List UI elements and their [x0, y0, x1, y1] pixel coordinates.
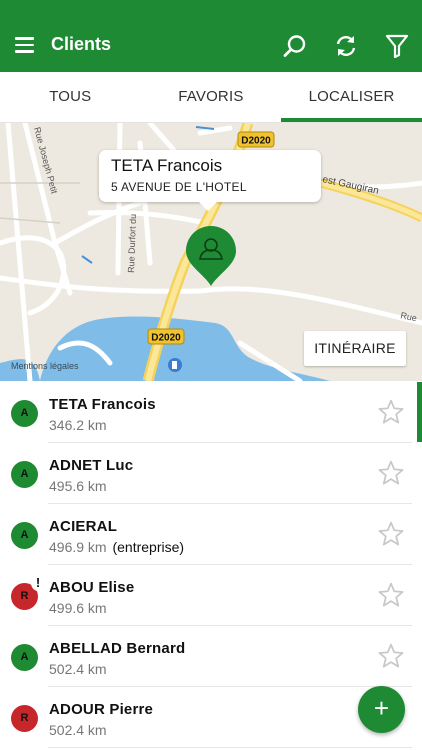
client-distance: 502.4 km — [49, 722, 107, 738]
client-distance: 496.9 km (entreprise) — [49, 539, 185, 555]
status-badge: A — [11, 461, 38, 488]
callout-client-name: TETA Francois — [111, 156, 223, 175]
status-badge: A — [11, 644, 38, 671]
svg-text:D2020: D2020 — [151, 333, 181, 344]
location-pin-icon[interactable] — [185, 225, 237, 287]
street-label-durfort: Rue Durfort du — [126, 214, 138, 273]
list-scrollbar[interactable] — [417, 382, 422, 442]
add-client-button[interactable]: + — [358, 686, 405, 733]
client-distance: 502.4 km — [49, 661, 107, 677]
client-type-note: (entreprise) — [112, 539, 185, 555]
filter-icon[interactable] — [385, 34, 409, 58]
tab-bar: TOUS FAVORIS LOCALISER — [0, 72, 422, 123]
client-name: ABELLAD Bernard — [49, 640, 186, 657]
list-item[interactable]: A ABELLAD Bernard 502.4 km — [0, 626, 422, 687]
street-label-rue: Rue — [400, 310, 418, 323]
favorite-star-icon[interactable] — [378, 643, 404, 669]
map-callout[interactable]: TETA Francois 5 AVENUE DE L'HOTEL — [99, 150, 321, 211]
client-name: TETA Francois — [49, 396, 156, 413]
status-badge: R — [11, 705, 38, 732]
status-badge: A — [11, 400, 38, 427]
app-bar: Clients — [0, 0, 422, 72]
menu-icon[interactable] — [15, 37, 34, 53]
search-icon[interactable] — [283, 34, 307, 58]
client-distance: 495.6 km — [49, 478, 107, 494]
refresh-icon[interactable] — [334, 34, 358, 58]
favorite-star-icon[interactable] — [378, 521, 404, 547]
list-item[interactable]: A ADNET Luc 495.6 km — [0, 443, 422, 504]
tab-tous[interactable]: TOUS — [0, 72, 141, 123]
active-tab-indicator — [281, 118, 422, 122]
favorite-star-icon[interactable] — [378, 582, 404, 608]
status-badge: A — [11, 522, 38, 549]
callout-address: 5 AVENUE DE L'HOTEL — [111, 180, 247, 194]
tab-localiser[interactable]: LOCALISER — [281, 72, 422, 123]
client-name: ADNET Luc — [49, 457, 134, 474]
list-item[interactable]: R ! ABOU Elise 499.6 km — [0, 565, 422, 626]
client-distance: 346.2 km — [49, 417, 107, 433]
itinerary-button[interactable]: ITINÉRAIRE — [304, 331, 406, 366]
list-item[interactable]: A ACIERAL 496.9 km (entreprise) — [0, 504, 422, 565]
client-list: A TETA Francois 346.2 km A ADNET Luc 495… — [0, 382, 422, 750]
list-item[interactable]: A TETA Francois 346.2 km — [0, 382, 422, 443]
road-badge-north: D2020 — [237, 131, 275, 148]
client-name: ACIERAL — [49, 518, 118, 535]
client-distance: 499.6 km — [49, 600, 107, 616]
favorite-star-icon[interactable] — [378, 399, 404, 425]
legal-link[interactable]: Mentions légales — [11, 361, 79, 371]
client-name: ABOU Elise — [49, 579, 135, 596]
road-badge-south: D2020 — [147, 328, 185, 345]
client-name: ADOUR Pierre — [49, 701, 154, 718]
tab-favoris[interactable]: FAVORIS — [141, 72, 282, 123]
page-title: Clients — [51, 34, 112, 54]
favorite-star-icon[interactable] — [378, 460, 404, 486]
svg-text:D2020: D2020 — [241, 136, 271, 147]
alert-badge: ! — [31, 575, 45, 591]
